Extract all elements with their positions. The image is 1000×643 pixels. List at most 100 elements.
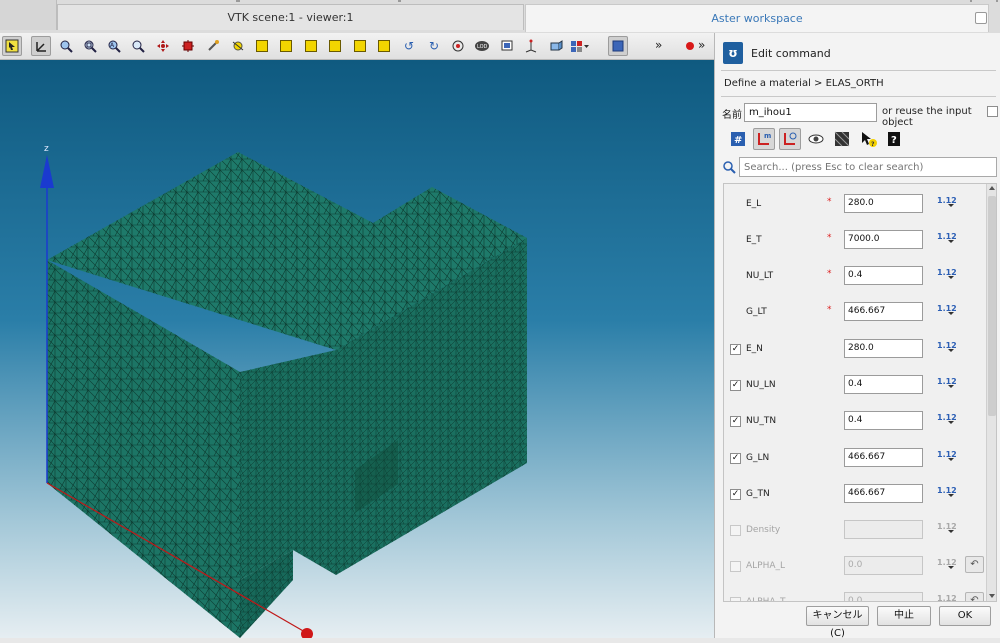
- chevron-down-icon[interactable]: [948, 349, 954, 352]
- param-value-field[interactable]: 280.0: [844, 339, 923, 358]
- divider: [721, 96, 996, 97]
- chevron-down-icon[interactable]: [948, 276, 954, 279]
- required-marker: *: [827, 197, 832, 207]
- name-field[interactable]: [744, 103, 877, 122]
- param-checkbox[interactable]: [730, 561, 741, 572]
- chevron-down-icon[interactable]: [948, 312, 954, 315]
- param-value-field[interactable]: 466.667: [844, 448, 923, 467]
- right-view-icon[interactable]: [374, 36, 394, 56]
- chevron-down-icon[interactable]: [948, 385, 954, 388]
- show-all-icon[interactable]: #: [727, 128, 749, 150]
- chevron-down-icon[interactable]: [948, 566, 954, 569]
- whats-this-icon[interactable]: ?: [857, 128, 879, 150]
- zoom-icon[interactable]: [56, 36, 76, 56]
- top-view-icon[interactable]: [301, 36, 321, 56]
- ok-button[interactable]: OK: [939, 606, 991, 626]
- param-name: G_TN: [746, 489, 770, 499]
- search-input[interactable]: [739, 157, 997, 177]
- param-row: E_L * 280.0 1.12: [724, 194, 986, 214]
- rotation-point-icon[interactable]: [203, 36, 223, 56]
- record-icon[interactable]: [680, 36, 700, 56]
- param-row: ALPHA_T 0.0 1.12 ↶: [724, 592, 986, 601]
- value-type-icon[interactable]: 1.12: [937, 594, 957, 601]
- reset-value-icon[interactable]: ↶: [965, 556, 984, 573]
- fit-area-icon[interactable]: [128, 36, 148, 56]
- param-value-field[interactable]: 466.667: [844, 302, 923, 321]
- reset-view-icon[interactable]: [448, 36, 468, 56]
- bottom-view-icon[interactable]: [325, 36, 345, 56]
- param-name: Density: [746, 525, 781, 535]
- rotate-cw-icon[interactable]: ↻: [424, 36, 444, 56]
- chevron-down-icon[interactable]: [948, 494, 954, 497]
- param-value-field[interactable]: 0.4: [844, 411, 923, 430]
- trihedron-icon[interactable]: [521, 36, 541, 56]
- param-name: ALPHA_L: [746, 561, 786, 571]
- dump-view-icon[interactable]: [497, 36, 517, 56]
- rotate-around-icon[interactable]: [228, 36, 248, 56]
- reset-value-icon[interactable]: ↶: [965, 592, 984, 601]
- chevron-down-icon[interactable]: [948, 530, 954, 533]
- param-checkbox[interactable]: ✓: [730, 416, 741, 427]
- front-view-icon[interactable]: [252, 36, 272, 56]
- param-value-field[interactable]: [844, 520, 923, 539]
- close-icon[interactable]: [975, 12, 987, 24]
- params-scrollbar[interactable]: [986, 184, 996, 601]
- rotate-icon[interactable]: [178, 36, 198, 56]
- param-value-field[interactable]: 466.667: [844, 484, 923, 503]
- tab-aster-workspace[interactable]: Aster workspace: [525, 4, 989, 32]
- abort-button[interactable]: 中止: [877, 606, 931, 626]
- param-value-field[interactable]: 280.0: [844, 194, 923, 213]
- clone-view-icon[interactable]: [608, 36, 628, 56]
- zoom-window-icon[interactable]: [80, 36, 100, 56]
- projection-icon[interactable]: [546, 36, 566, 56]
- param-value-field[interactable]: 0.4: [844, 375, 923, 394]
- param-checkbox[interactable]: [730, 597, 741, 601]
- global-zoom-icon[interactable]: A: [104, 36, 124, 56]
- param-value-field[interactable]: 0.0: [844, 556, 923, 575]
- chevron-down-icon[interactable]: [948, 204, 954, 207]
- mandatory-only-icon[interactable]: m: [753, 128, 775, 150]
- left-view-icon[interactable]: [350, 36, 370, 56]
- dynamic-pan-icon[interactable]: [31, 36, 51, 56]
- cancel-button[interactable]: キャンセル(C): [806, 606, 869, 639]
- vtk-viewport[interactable]: z: [0, 60, 714, 638]
- breadcrumb: Define a material > ELAS_ORTH: [724, 78, 884, 89]
- pan-icon[interactable]: [153, 36, 173, 56]
- rotate-ccw-icon[interactable]: ↺: [399, 36, 419, 56]
- param-checkbox[interactable]: [730, 525, 741, 536]
- eye-icon[interactable]: [805, 128, 827, 150]
- param-checkbox[interactable]: ✓: [730, 380, 741, 391]
- param-checkbox[interactable]: ✓: [730, 489, 741, 500]
- top-stub: [996, 0, 998, 2]
- chevron-down-icon[interactable]: [948, 421, 954, 424]
- param-checkbox[interactable]: ✓: [730, 344, 741, 355]
- more-icon[interactable]: »: [698, 38, 705, 52]
- lod-icon[interactable]: LOD: [472, 36, 492, 56]
- chevron-down-icon[interactable]: [948, 240, 954, 243]
- tab-bar-left-strip: [0, 0, 57, 30]
- param-checkbox[interactable]: ✓: [730, 453, 741, 464]
- param-value-field[interactable]: 0.4: [844, 266, 923, 285]
- scroll-up-icon[interactable]: [989, 186, 995, 190]
- help-icon[interactable]: ?: [883, 128, 905, 150]
- scroll-thumb[interactable]: [988, 196, 996, 416]
- param-value-field[interactable]: 7000.0: [844, 230, 923, 249]
- param-row: NU_LT * 0.4 1.12: [724, 266, 986, 286]
- more-icon[interactable]: »: [655, 38, 662, 52]
- param-name: NU_LN: [746, 380, 776, 390]
- reuse-checkbox[interactable]: [987, 106, 998, 117]
- param-value-field[interactable]: 0.0: [844, 592, 923, 601]
- view-options-icon[interactable]: [570, 36, 590, 56]
- back-view-icon[interactable]: [276, 36, 296, 56]
- scroll-down-icon[interactable]: [989, 594, 995, 598]
- param-name: E_T: [746, 235, 762, 245]
- select-icon[interactable]: [2, 36, 22, 56]
- name-label: 名前: [722, 110, 742, 121]
- show-set-icon[interactable]: [779, 128, 801, 150]
- tab-vtk-viewer[interactable]: VTK scene:1 - viewer:1: [57, 4, 524, 30]
- param-name: NU_LT: [746, 271, 774, 281]
- chevron-down-icon[interactable]: [948, 458, 954, 461]
- panel-header: ʊ Edit command: [723, 41, 831, 65]
- svg-text:#: #: [734, 135, 742, 146]
- mesh-view-icon[interactable]: [831, 128, 853, 150]
